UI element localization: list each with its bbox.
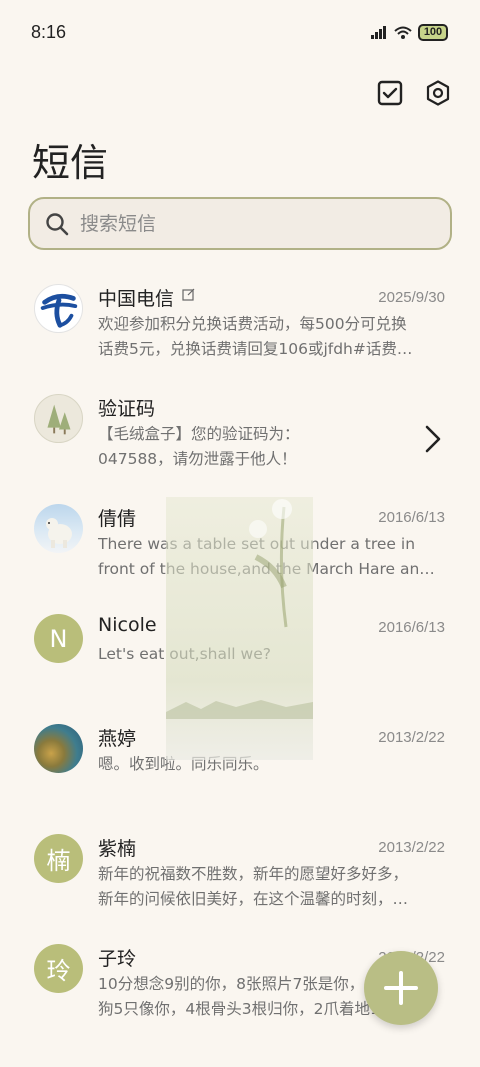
- sender-name: 紫楠: [98, 838, 137, 860]
- conversation-row[interactable]: N Nicole 2016/6/13 Let's eat out,shall w…: [0, 598, 480, 708]
- sender-name: 中国电信: [98, 284, 195, 311]
- message-date: 2016/6/13: [378, 619, 445, 636]
- message-preview: 欢迎参加积分兑换话费活动，每500分可兑换 话费5元，兑换话费请回复106或jf…: [98, 315, 413, 358]
- status-icons: 100: [370, 24, 448, 41]
- message-date: 2025/9/30: [378, 289, 445, 306]
- sender-name: 子玲: [98, 948, 137, 970]
- message-date: 2013/2/22: [378, 729, 445, 746]
- message-preview: 【毛绒盒子】您的验证码为： 047588，请勿泄露于他人！: [98, 425, 300, 468]
- message-preview: Let's eat out,shall we?: [98, 645, 271, 663]
- edit-icon: [182, 288, 195, 301]
- avatar: 楠: [34, 834, 83, 883]
- conversation-row[interactable]: 楠 紫楠 2013/2/22 新年的祝福数不胜数，新年的愿望好多好多， 新年的问…: [0, 818, 480, 928]
- tree-icon: [34, 394, 83, 443]
- message-preview: There was a table set out under a tree i…: [98, 535, 435, 578]
- conversation-row[interactable]: 倩倩 2016/6/13 There was a table set out u…: [0, 488, 480, 598]
- message-date: 2013/2/22: [378, 839, 445, 856]
- message-preview: 新年的祝福数不胜数，新年的愿望好多好多， 新年的问候依旧美好，在这个温馨的时刻，…: [98, 865, 409, 908]
- landscape-photo: [34, 724, 83, 773]
- polar-bear-photo: [34, 504, 83, 553]
- sender-name: Nicole: [98, 614, 157, 636]
- china-telecom-logo: [34, 284, 83, 333]
- conversation-row[interactable]: 验证码 【毛绒盒子】您的验证码为： 047588，请勿泄露于他人！: [0, 378, 480, 488]
- top-actions: [377, 80, 451, 106]
- message-list: 中国电信 2025/9/30 欢迎参加积分兑换话费活动，每500分可兑换 话费5…: [0, 268, 480, 1038]
- conversation-row[interactable]: 中国电信 2025/9/30 欢迎参加积分兑换话费活动，每500分可兑换 话费5…: [0, 268, 480, 378]
- sender-name: 验证码: [98, 398, 156, 420]
- status-bar: 8:16 100: [0, 0, 480, 68]
- message-preview: 嗯。收到啦。同乐同乐。: [98, 755, 269, 773]
- sender-name: 燕婷: [98, 728, 137, 750]
- search-input[interactable]: [80, 212, 420, 235]
- new-message-button[interactable]: [364, 951, 438, 1025]
- status-time: 8:16: [31, 22, 67, 42]
- plus-icon: [384, 971, 418, 1005]
- avatar: 玲: [34, 944, 83, 993]
- avatar: N: [34, 614, 83, 663]
- message-date: 2016/6/13: [378, 509, 445, 526]
- sender-name: 倩倩: [98, 508, 137, 530]
- wifi-icon: [394, 26, 412, 39]
- search-icon: [46, 212, 69, 235]
- chevron-right-icon[interactable]: [424, 424, 442, 454]
- page-title: 短信: [32, 141, 109, 185]
- battery-indicator: 100: [418, 24, 448, 41]
- settings-icon[interactable]: [425, 80, 451, 106]
- signal-icon: [371, 25, 386, 39]
- conversation-row[interactable]: 燕婷 2013/2/22 嗯。收到啦。同乐同乐。: [0, 708, 480, 818]
- checkbox-icon[interactable]: [377, 80, 403, 106]
- search-bar[interactable]: [28, 197, 452, 250]
